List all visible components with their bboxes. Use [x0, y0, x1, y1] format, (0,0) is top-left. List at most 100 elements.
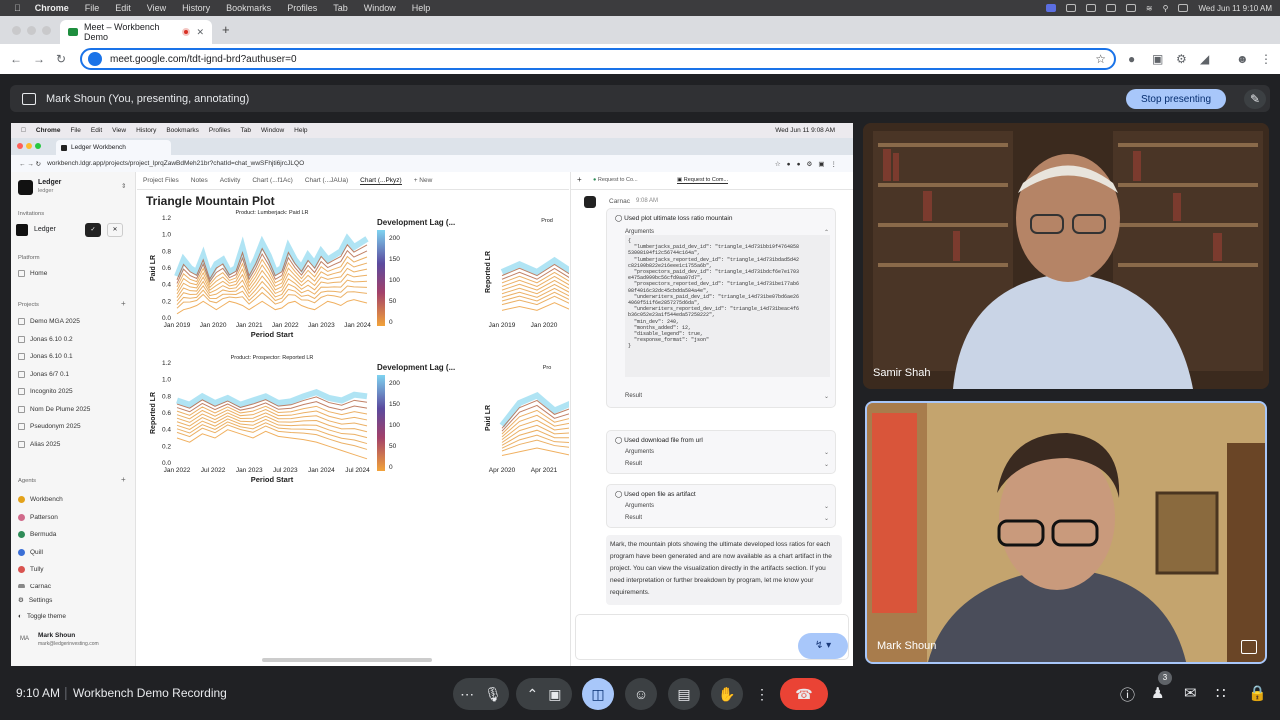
participant-tile-samir[interactable]: Samir Shah: [863, 123, 1269, 389]
browser-tab-meet[interactable]: Meet – Workbench Demo ✕: [60, 20, 212, 44]
address-bar[interactable]: meet.google.com/tdt-ignd-brd?authuser=0 …: [80, 48, 1116, 70]
add-agent-icon: +: [121, 475, 126, 484]
carnac-avatar: [584, 196, 596, 208]
leave-call-button[interactable]: ☎: [780, 678, 828, 710]
menu-edit[interactable]: Edit: [115, 3, 131, 13]
apple-icon[interactable]: : [14, 3, 21, 13]
folder-icon: [18, 423, 25, 430]
y-tick-label: 0.4: [162, 282, 171, 289]
inner-menu-history: History: [131, 127, 156, 134]
inner-tab-strip: Ledger Workbench: [11, 138, 853, 155]
pin-tile-icon[interactable]: [1241, 640, 1257, 654]
menu-help[interactable]: Help: [412, 3, 431, 13]
legend-title: Development Lag (...: [377, 218, 455, 227]
menu-tab[interactable]: Tab: [333, 3, 348, 13]
extension-icon[interactable]: [1105, 4, 1116, 12]
series-line: [501, 419, 569, 441]
camera-button[interactable]: ⌃ ▣: [516, 678, 572, 710]
site-info-icon[interactable]: [88, 52, 102, 66]
menu-view[interactable]: View: [147, 3, 166, 13]
wifi-icon[interactable]: ≋: [1146, 4, 1153, 13]
host-controls-icon[interactable]: 🔒: [1248, 684, 1267, 702]
menu-bookmarks[interactable]: Bookmarks: [226, 3, 271, 13]
samir-video: [863, 123, 1269, 389]
extensions-puzzle-icon[interactable]: ◢: [1200, 52, 1209, 66]
activities-icon[interactable]: ∷: [1216, 684, 1226, 702]
inner-mac-menu-bar:  Chrome File Edit View History Bookmark…: [11, 123, 853, 138]
series-line: [176, 291, 368, 309]
series-line: [501, 447, 569, 456]
battery-icon[interactable]: [1125, 4, 1136, 12]
forward-icon[interactable]: →: [33, 52, 45, 66]
meeting-info-icon[interactable]: ⓘ: [1120, 684, 1135, 705]
participant-name-samir: Samir Shah: [873, 367, 931, 379]
back-icon[interactable]: ←: [10, 52, 22, 66]
colorbar-tick-label: 200: [389, 380, 400, 387]
more-actions-button[interactable]: ⋮: [752, 678, 772, 710]
mac-clock[interactable]: Wed Jun 11 9:10 AM: [1198, 4, 1272, 13]
y-axis-label: Paid LR: [150, 255, 157, 281]
present-button[interactable]: ◫: [582, 678, 614, 710]
chat-icon[interactable]: ✉: [1184, 684, 1197, 702]
reload-icon[interactable]: ↻: [56, 52, 66, 66]
browser-menu-icon[interactable]: ⋮: [1260, 52, 1272, 66]
invite-logo-icon: [16, 224, 28, 236]
colorbar-tick-label: 150: [389, 401, 400, 408]
people-icon[interactable]: ♟: [1151, 684, 1164, 702]
chevron-down-icon: ⌄: [823, 462, 829, 468]
accept-invite-icon: ✓: [85, 223, 101, 237]
profile-avatar-icon[interactable]: ☻: [1236, 52, 1249, 66]
sidebar-item-home: Home: [18, 270, 47, 277]
meet-favicon-icon: [68, 28, 78, 36]
decline-invite-icon: ✕: [107, 223, 123, 237]
inner-minimize-icon: [26, 143, 32, 149]
inner-address-bar: ← → ↻ workbench.ldgr.app/projects/projec…: [11, 155, 853, 172]
menu-window[interactable]: Window: [364, 3, 396, 13]
screen-share-status-icon[interactable]: [1045, 4, 1056, 12]
captions-icon: ▤: [677, 685, 691, 702]
new-chat-icon: +: [577, 175, 582, 184]
menu-app[interactable]: Chrome: [35, 3, 69, 13]
menu-history[interactable]: History: [182, 3, 210, 13]
colorbar-tick-label: 100: [389, 422, 400, 429]
ledger-logo-icon: [18, 180, 33, 195]
extension-icon[interactable]: ⚙: [1176, 52, 1187, 66]
captions-button[interactable]: ▤: [668, 678, 700, 710]
search-icon[interactable]: ⚲: [1163, 4, 1169, 13]
chart-title: Product: Lumberjack: Paid LR: [235, 210, 308, 216]
tab-chart-1: Chart (...f1Ac): [252, 177, 293, 184]
agent-time: 9:08 AM: [636, 198, 659, 204]
user-initials: MA: [20, 636, 29, 642]
extension-icon[interactable]: ▣: [1152, 52, 1163, 66]
agent-avatar-icon: [18, 583, 25, 588]
extension-icon[interactable]: [1085, 4, 1096, 12]
annotate-pen-icon[interactable]: ✎: [1244, 89, 1266, 109]
chevron-down-icon: ⌄: [823, 394, 829, 400]
inner-toolbar-icons: ☆●●⚙▣⋮: [774, 160, 843, 168]
menu-profiles[interactable]: Profiles: [287, 3, 317, 13]
participant-tile-mark[interactable]: Mark Shoun: [865, 401, 1267, 664]
inner-menu-window: Window: [256, 127, 284, 134]
tab-chart-3: Chart (...Pkyz): [360, 176, 402, 185]
reactions-button[interactable]: ☺: [625, 678, 657, 710]
x-tick-label: Jan 2022: [164, 467, 191, 474]
annotation-tool-icon: ↯ ▾: [798, 633, 848, 659]
y-tick-label: 0.8: [162, 248, 171, 255]
window-minimize-icon[interactable]: [27, 26, 36, 35]
extension-icon[interactable]: ●: [1128, 52, 1135, 66]
menu-file[interactable]: File: [85, 3, 100, 13]
extension-icon[interactable]: [1065, 4, 1076, 12]
bookmark-star-icon[interactable]: ☆: [1095, 52, 1106, 66]
window-close-icon[interactable]: [12, 26, 21, 35]
control-center-icon[interactable]: [1178, 4, 1189, 12]
new-tab-icon[interactable]: +: [222, 22, 230, 37]
mic-button[interactable]: ⋯ 🎙: [453, 678, 509, 710]
tab-new: + New: [413, 177, 433, 184]
tab-close-icon[interactable]: ✕: [196, 27, 204, 38]
window-zoom-icon[interactable]: [42, 26, 51, 35]
raise-hand-button[interactable]: ✋: [711, 678, 743, 710]
y-axis-label: Reported LR: [150, 392, 157, 434]
url-text[interactable]: meet.google.com/tdt-ignd-brd?authuser=0: [110, 54, 297, 65]
stop-presenting-button[interactable]: Stop presenting: [1126, 89, 1226, 109]
workbench-sidebar: Ledger ledger ⇕ Invitations Ledger ✓ ✕ P…: [11, 172, 136, 666]
